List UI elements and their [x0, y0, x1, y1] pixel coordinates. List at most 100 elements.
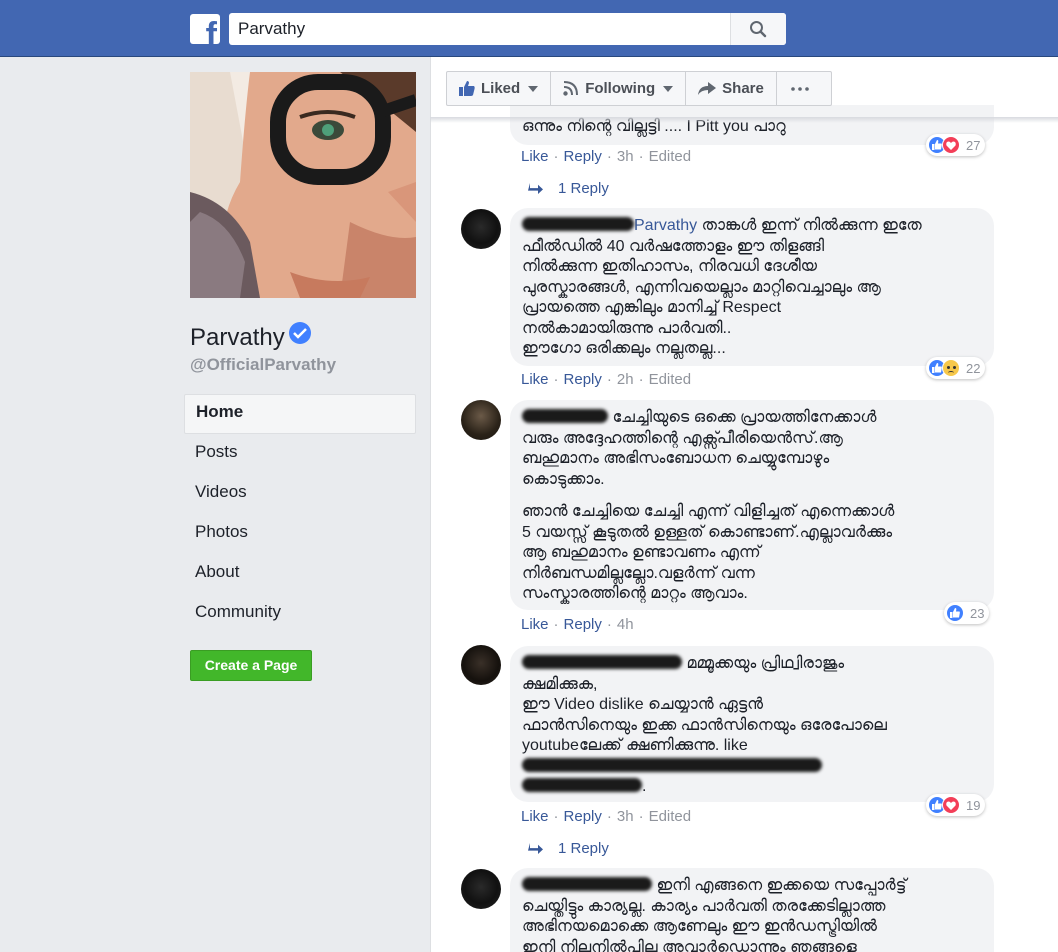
comment-line: സംസ്കാരത്തിന്റെ മാറ്റം ആവാം. — [522, 585, 748, 602]
more-dots-icon — [791, 86, 809, 91]
comment-line: താങ്കൾ ഇന്ന് നിൽക്കുന്ന ഇതേ — [701, 217, 922, 234]
comment-line: ഈ Video dislike ചെയ്യാൻ ഏട്ടൻ — [522, 696, 764, 713]
liked-button[interactable]: Liked — [447, 72, 552, 105]
like-link[interactable]: Like — [521, 371, 549, 388]
page-handle[interactable]: @OfficialParvathy — [190, 355, 336, 375]
edited-label[interactable]: Edited — [649, 808, 692, 825]
comment-line: ഇനി നിലനിൽപില്ല അവാർഡൊന്നും ഞങ്ങളെ — [522, 938, 857, 952]
love-reaction-icon — [942, 796, 960, 814]
comment-meta: Like · Reply · 3h · Edited — [521, 808, 692, 825]
page-name-text: Parvathy — [190, 324, 285, 351]
comment-time[interactable]: 4h — [617, 616, 634, 633]
nav-item-posts[interactable]: Posts — [184, 434, 416, 474]
reply-arrow-icon — [528, 183, 543, 195]
reactions-count[interactable]: 27 — [926, 134, 986, 156]
thumbs-up-icon — [459, 81, 475, 96]
reaction-count: 23 — [970, 605, 985, 621]
comment-line: നൽകാമായിരുന്നു പാർവതി.. — [522, 319, 732, 337]
nav-item-home[interactable]: Home — [184, 394, 416, 434]
nav-item-videos[interactable]: Videos — [184, 474, 416, 514]
chevron-down-icon — [663, 85, 674, 92]
reply-link[interactable]: Reply — [564, 616, 602, 633]
profile-picture[interactable] — [190, 72, 416, 298]
comment-meta: Like · Reply · 3h · Edited — [521, 148, 692, 165]
comment-line: 5 വയസ്സ് കൂടുതൽ ഉള്ളത് കൊണ്ടാണ്.എല്ലാവർക… — [522, 523, 893, 541]
search-icon — [750, 21, 767, 38]
reply-arrow-icon — [528, 843, 543, 855]
comment-bubble: Parvathy താങ്കൾ ഇന്ന് നിൽക്കുന്ന ഇതേ ഫീൽ… — [510, 208, 994, 366]
comment-line: ഫാൻസിനെയും ഇക്ക ഫാൻസിനെയും ഒരേപോലെ — [522, 716, 887, 734]
view-replies-link[interactable]: 1 Reply — [528, 180, 609, 197]
search-input[interactable]: Parvathy — [238, 19, 305, 39]
comment-line: വരും അദ്ദേഹത്തിന്റെ എക്സ്പീരിയെൻസ്.ആ — [522, 429, 843, 447]
facebook-logo-icon[interactable]: f — [190, 14, 220, 44]
comment-line: ഇനി എങ്ങനെ ഇക്കയെ സപ്പോർട്ട് — [656, 877, 907, 894]
comment-time[interactable]: 2h — [617, 371, 634, 388]
replies-count: 1 Reply — [558, 180, 609, 197]
redacted-name — [522, 217, 634, 231]
comment-line: കൊടുക്കാം. — [522, 470, 605, 488]
comment-line: ചെയ്തിട്ടും കാര്യല്ല. കാര്യം പാർവതി തരക്… — [522, 897, 886, 915]
comment-line: നിൽക്കുന്ന ഇതിഹാസം, നിരവധി ദേശീയ — [522, 258, 818, 275]
reactions-count[interactable]: 23 — [944, 602, 990, 624]
following-label: Following — [585, 80, 656, 97]
comment-line: ആ ബഹുമാനം ഉണ്ടാവണം എന്ന് — [522, 544, 761, 561]
search-box[interactable]: Parvathy — [229, 13, 786, 45]
reply-link[interactable]: Reply — [564, 808, 602, 825]
top-bar: f Parvathy — [0, 0, 1058, 57]
avatar[interactable] — [461, 400, 501, 440]
redacted-text — [522, 757, 822, 772]
like-link[interactable]: Like — [521, 616, 549, 633]
sad-reaction-icon — [942, 359, 960, 377]
edited-label[interactable]: Edited — [649, 148, 692, 165]
page-action-bar: Liked Following Share — [446, 71, 832, 106]
reply-link[interactable]: Reply — [564, 371, 602, 388]
comment-line: മമ്മൂക്കയും പ്രിഥ്വിരാജും — [686, 655, 845, 672]
comment-line: നിർബന്ധമില്ലല്ലോ.വളർന്ന് വന്ന — [522, 564, 755, 582]
redacted-name — [522, 409, 608, 423]
like-link[interactable]: Like — [521, 808, 549, 825]
comment-line: ബഹുമാനം അഭിസംബോധന ചെയ്യുമ്പോഴും — [522, 450, 830, 467]
comment-author-tag[interactable]: Parvathy — [634, 217, 697, 234]
comment-time[interactable]: 3h — [617, 808, 634, 825]
page-nav: Home Posts Videos Photos About Community — [184, 394, 416, 634]
like-link[interactable]: Like — [521, 148, 549, 165]
avatar[interactable] — [461, 645, 501, 685]
following-button[interactable]: Following — [551, 72, 687, 105]
redacted-name — [522, 877, 652, 891]
more-options-button[interactable] — [777, 72, 829, 105]
comment-line: പ്രായത്തെ എങ്കിലും മാനിച്ച് Respect — [522, 299, 782, 316]
reaction-count: 22 — [966, 360, 981, 376]
edited-label[interactable]: Edited — [649, 371, 692, 388]
bar-shadow — [430, 117, 1058, 123]
nav-item-community[interactable]: Community — [184, 594, 416, 634]
comment-line: ഫീൽഡിൽ 40 വർഷത്തോളം ഈ തിളങ്ങി — [522, 237, 825, 255]
reply-link[interactable]: Reply — [564, 148, 602, 165]
like-reaction-icon — [946, 604, 964, 622]
liked-label: Liked — [481, 80, 521, 97]
comment-line: അഭിനയമൊക്കെ ആണേലും ഈ ഇൻഡസ്ട്രിയിൽ — [522, 918, 877, 935]
view-replies-link[interactable]: 1 Reply — [528, 840, 609, 857]
reactions-count[interactable]: 22 — [926, 357, 986, 379]
search-button[interactable] — [730, 13, 786, 45]
create-page-button[interactable]: Create a Page — [190, 650, 312, 681]
comment-line: ഞാൻ ചേച്ചിയെ ചേച്ചി എന്ന് വിളിച്ചത് എന്ന… — [522, 503, 895, 520]
love-reaction-icon — [942, 136, 960, 154]
share-button[interactable]: Share — [686, 72, 777, 105]
share-arrow-icon — [698, 81, 717, 95]
replies-count: 1 Reply — [558, 840, 609, 857]
nav-item-about[interactable]: About — [184, 554, 416, 594]
avatar[interactable] — [461, 209, 501, 249]
redacted-text — [522, 778, 642, 792]
avatar[interactable] — [461, 869, 501, 909]
comment-bubble: ഒന്നും നിന്റെ വില്ലട്ടി .... I Pitt you … — [510, 105, 994, 145]
reactions-count[interactable]: 19 — [926, 794, 986, 816]
comment-time[interactable]: 3h — [617, 148, 634, 165]
page-title: Parvathy — [190, 322, 311, 352]
comment-meta: Like · Reply · 4h — [521, 616, 634, 633]
chevron-down-icon — [528, 85, 539, 92]
reaction-count: 27 — [966, 137, 981, 153]
nav-item-photos[interactable]: Photos — [184, 514, 416, 554]
comment-line: പുരസ്കാരങ്ങൾ, എന്നിവയെല്ലാം മാറ്റിവെച്ചാ… — [522, 278, 881, 296]
reaction-count: 19 — [966, 797, 981, 813]
